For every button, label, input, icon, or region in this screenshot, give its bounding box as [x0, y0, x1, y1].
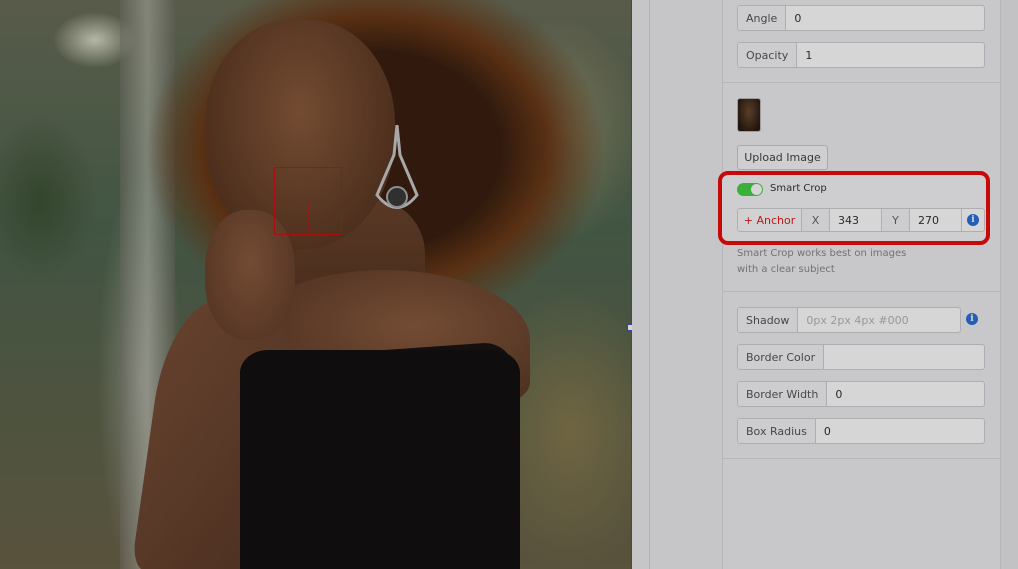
border-width-label: Border Width [738, 382, 828, 406]
border-width-field[interactable]: Border Width 0 [737, 381, 985, 407]
panel-gutter [632, 0, 722, 569]
x-label: X [802, 209, 830, 231]
shadow-input[interactable]: 0px 2px 4px #000 [798, 308, 960, 332]
border-color-field[interactable]: Border Color [737, 344, 985, 370]
section-divider [722, 82, 1000, 83]
shadow-field[interactable]: Shadow 0px 2px 4px #000 [737, 307, 961, 333]
y-input[interactable]: 270 [910, 209, 962, 231]
info-icon[interactable]: i [967, 214, 979, 226]
upload-image-button[interactable]: Upload Image [737, 145, 828, 170]
x-input[interactable]: 343 [830, 209, 882, 231]
smart-crop-toggle[interactable] [737, 183, 763, 196]
angle-field[interactable]: Angle 0 [737, 5, 985, 31]
photo-dress [240, 350, 520, 569]
info-icon[interactable]: i [966, 313, 978, 325]
box-radius-input[interactable]: 0 [816, 419, 984, 443]
opacity-label: Opacity [738, 43, 798, 67]
smart-crop-info[interactable]: i [962, 209, 984, 231]
border-color-label: Border Color [738, 345, 825, 369]
border-color-input[interactable] [824, 345, 984, 369]
add-anchor-button[interactable]: + Anchor [738, 209, 802, 231]
angle-input[interactable]: 0 [786, 6, 984, 30]
box-radius-label: Box Radius [738, 419, 816, 443]
angle-label: Angle [738, 6, 787, 30]
panel-scroll-strip [1000, 0, 1018, 569]
earring-graphic [375, 125, 419, 209]
smart-crop-helper-text: Smart Crop works best on images with a c… [737, 248, 907, 275]
opacity-input[interactable]: 1 [797, 43, 984, 67]
section-divider [722, 291, 1000, 292]
properties-panel [722, 0, 1001, 569]
box-radius-field[interactable]: Box Radius 0 [737, 418, 985, 444]
y-label: Y [882, 209, 910, 231]
shadow-info[interactable]: i [966, 313, 978, 325]
section-divider [722, 458, 1000, 459]
shadow-label: Shadow [738, 308, 799, 332]
canvas-area[interactable] [0, 0, 632, 569]
image-thumbnail[interactable] [737, 98, 761, 132]
smart-crop-anchor-box[interactable] [274, 167, 343, 236]
smart-crop-label: Smart Crop [770, 183, 827, 194]
smart-crop-anchor-row: + Anchor X 343 Y 270 i [737, 208, 985, 232]
opacity-field[interactable]: Opacity 1 [737, 42, 985, 68]
border-width-input[interactable]: 0 [827, 382, 984, 406]
